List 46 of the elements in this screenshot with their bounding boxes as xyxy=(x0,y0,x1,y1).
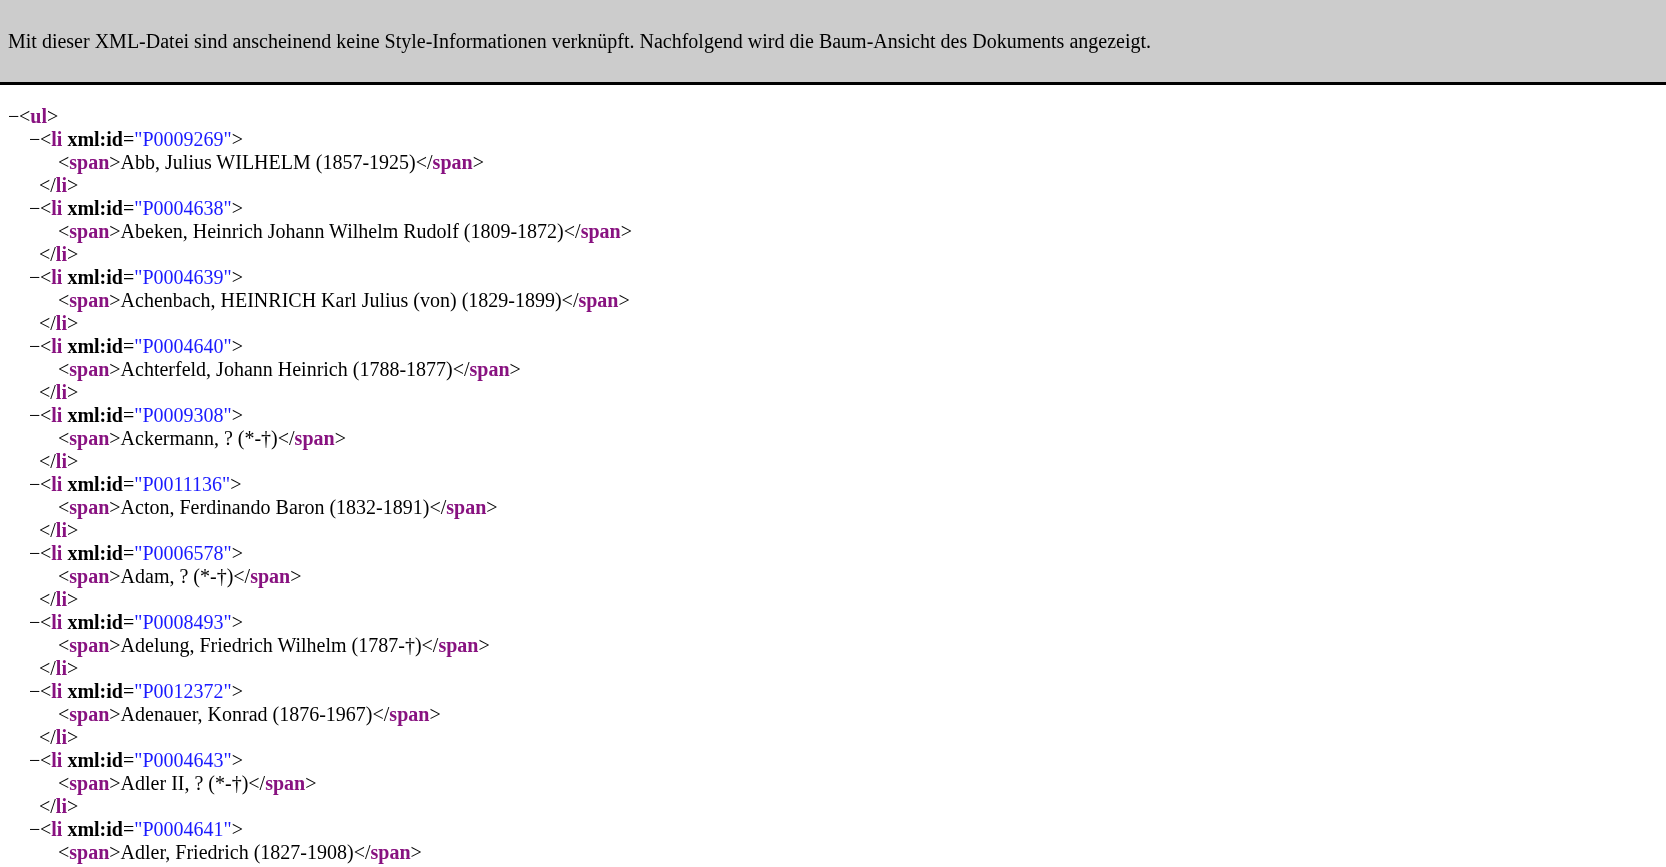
xml-line: <li xml:id="P0004643"> xyxy=(40,749,243,772)
xml-line: <li xml:id="P0004640"> xyxy=(40,335,243,358)
xml-line: </li> xyxy=(39,726,79,749)
xml-line: <span>Ackermann, ? (*-†)</span> xyxy=(58,427,346,450)
xml-line: <span>Abeken, Heinrich Johann Wilhelm Rudolf (1809-1872)</span> xyxy=(58,220,632,243)
xml-line: <li xml:id="P0009308"> xyxy=(40,404,243,427)
xml-line: </li> xyxy=(39,795,79,818)
collapse-toggle[interactable]: − xyxy=(29,542,40,565)
info-message: Mit dieser XML-Datei sind anscheinend keine Style-Informationen verknüpft. Nachfolgend wird die Baum-Ansicht des Dokuments angezeigt. xyxy=(8,29,1152,53)
xml-line: </li> xyxy=(39,174,79,197)
xml-line: </li> xyxy=(39,243,79,266)
xml-line: <li xml:id="P0011136"> xyxy=(40,473,242,496)
xml-line: <span>Abb, Julius WILHELM (1857-1925)</span> xyxy=(58,151,484,174)
xml-line: <li xml:id="P0004641"> xyxy=(40,818,243,841)
collapse-toggle[interactable]: − xyxy=(29,404,40,427)
xml-line: </li> xyxy=(39,312,79,335)
xml-line: <ul> xyxy=(19,105,59,128)
xml-line: <span>Adler II, ? (*-†)</span> xyxy=(58,772,317,795)
xml-line: </li> xyxy=(39,450,79,473)
xml-line: <span>Acton, Ferdinando Baron (1832-1891)</span> xyxy=(58,496,498,519)
xml-line: </li> xyxy=(39,381,79,404)
collapse-toggle[interactable]: − xyxy=(29,818,40,841)
xml-line: <li xml:id="P0004638"> xyxy=(40,197,243,220)
xml-line: </li> xyxy=(39,657,79,680)
xml-line: <span>Adler, Friedrich (1827-1908)</span> xyxy=(58,841,422,864)
xml-line: <span>Achterfeld, Johann Heinrich (1788-1877)</span> xyxy=(58,358,521,381)
collapse-toggle[interactable]: − xyxy=(29,611,40,634)
collapse-toggle[interactable]: − xyxy=(29,473,40,496)
xml-line: <span>Adenauer, Konrad (1876-1967)</span> xyxy=(58,703,441,726)
xml-line: <li xml:id="P0009269"> xyxy=(40,128,243,151)
xml-line: <span>Adam, ? (*-†)</span> xyxy=(58,565,302,588)
xml-line: <li xml:id="P0004639"> xyxy=(40,266,243,289)
collapse-toggle[interactable]: − xyxy=(29,266,40,289)
xml-line: <span>Adelung, Friedrich Wilhelm (1787-†)</span> xyxy=(58,634,490,657)
collapse-toggle[interactable]: − xyxy=(29,680,40,703)
collapse-toggle[interactable]: − xyxy=(29,335,40,358)
collapse-toggle[interactable]: − xyxy=(29,749,40,772)
collapse-toggle[interactable]: − xyxy=(29,197,40,220)
xml-line: </li> xyxy=(39,519,79,542)
xml-line: <li xml:id="P0008493"> xyxy=(40,611,243,634)
xml-line: </li> xyxy=(39,588,79,611)
xml-line: <li xml:id="P0012372"> xyxy=(40,680,243,703)
collapse-toggle[interactable]: − xyxy=(29,128,40,151)
xml-line: <span>Achenbach, HEINRICH Karl Julius (von) (1829-1899)</span> xyxy=(58,289,630,312)
xml-line: <li xml:id="P0006578"> xyxy=(40,542,243,565)
collapse-toggle[interactable]: − xyxy=(8,105,19,128)
